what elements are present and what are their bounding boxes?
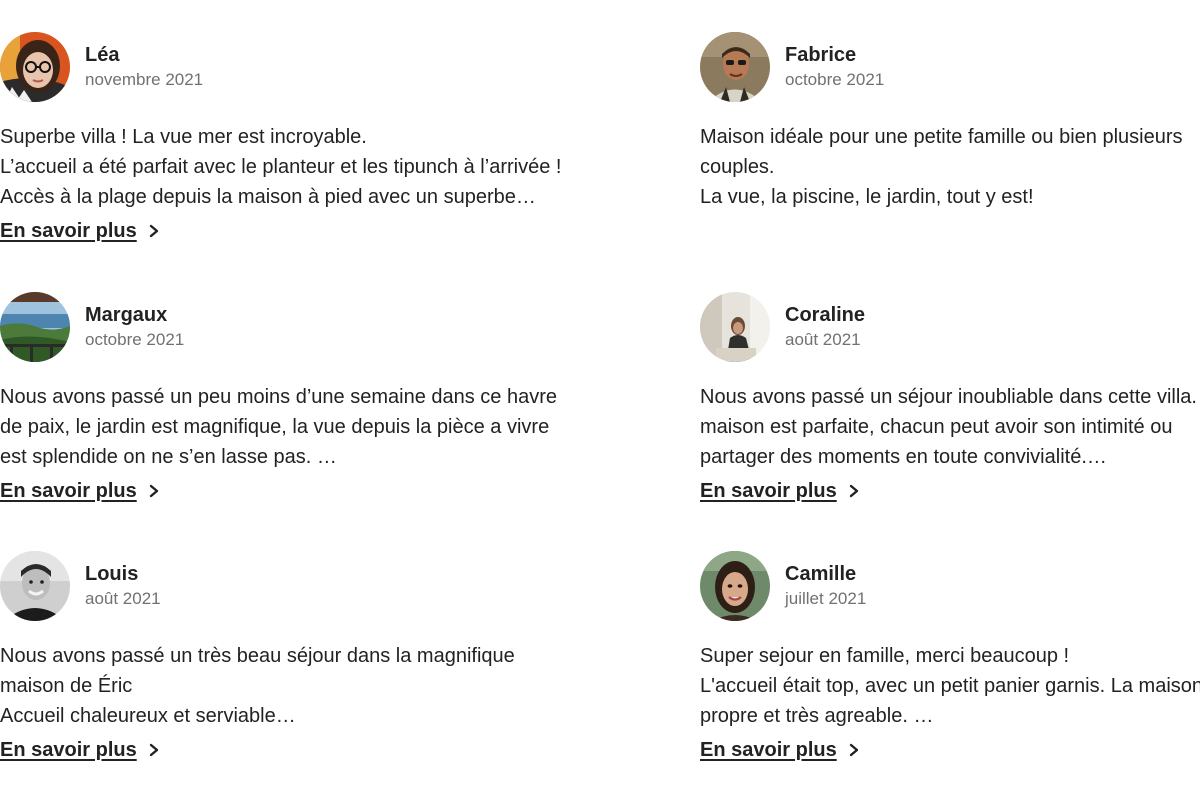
review-text-line: Accueil chaleureux et serviable…	[0, 705, 296, 727]
read-more-label: En savoir plus	[0, 480, 137, 502]
review-date: août 2021	[785, 330, 861, 349]
read-more-label: En savoir plus	[700, 739, 837, 761]
review-header: Léa novembre 2021	[0, 32, 560, 102]
review-text-line: maison de Éric	[0, 675, 133, 697]
avatar[interactable]	[700, 551, 770, 621]
read-more-label: En savoir plus	[700, 480, 837, 502]
read-more-link[interactable]: En savoir plus	[700, 476, 861, 506]
reviews-grid: Léa novembre 2021 Superbe villa ! La vue…	[0, 0, 1200, 800]
review-author: Fabrice octobre 2021	[785, 42, 884, 92]
review-card: Margaux octobre 2021 Nous avons passé un…	[0, 292, 560, 532]
author-name: Camille	[785, 563, 857, 585]
review-header: Coraline août 2021	[700, 292, 1200, 362]
review-text: Nous avons passé un très beau séjour dan…	[0, 641, 560, 731]
review-author: Léa novembre 2021	[85, 42, 203, 92]
chevron-right-icon	[847, 484, 861, 498]
avatar-photo-icon	[700, 292, 770, 362]
review-text-line: Accès à la plage depuis la maison à pied…	[0, 186, 536, 208]
review-author: Louis août 2021	[85, 561, 161, 611]
author-name: Fabrice	[785, 44, 857, 66]
review-text-line: maison est parfaite, chacun peut avoir s…	[700, 416, 1173, 438]
read-more-link[interactable]: En savoir plus	[0, 735, 161, 765]
read-more-link[interactable]: En savoir plus	[0, 476, 161, 506]
review-text: Nous avons passé un peu moins d’une sema…	[0, 382, 560, 472]
avatar-photo-icon	[0, 32, 70, 102]
avatar[interactable]	[700, 292, 770, 362]
review-text-line: est splendide on ne s’en lasse pas. …	[0, 446, 337, 468]
review-header: Camille juillet 2021	[700, 551, 1200, 621]
author-name: Léa	[85, 44, 120, 66]
review-text-line: couples.	[700, 156, 775, 178]
review-author: Camille juillet 2021	[785, 561, 866, 611]
review-text-line: L’accueil a été parfait avec le planteur…	[0, 156, 560, 178]
review-text-line: propre et très agreable. …	[700, 705, 934, 727]
review-text-line: Maison idéale pour une petite famille ou…	[700, 126, 1183, 148]
avatar-photo-icon	[0, 292, 70, 362]
review-date: octobre 2021	[785, 70, 885, 89]
review-text-line: Super sejour en famille, merci beaucoup …	[700, 645, 1070, 667]
review-author: Margaux octobre 2021	[85, 302, 184, 352]
review-header: Margaux octobre 2021	[0, 292, 560, 362]
review-date: novembre 2021	[85, 70, 204, 89]
review-text: Superbe villa ! La vue mer est incroyabl…	[0, 122, 560, 212]
author-name: Louis	[85, 563, 139, 585]
avatar[interactable]	[0, 292, 70, 362]
review-date: juillet 2021	[785, 589, 867, 608]
read-more-label: En savoir plus	[0, 220, 137, 242]
review-header: Louis août 2021	[0, 551, 560, 621]
read-more-link[interactable]: En savoir plus	[700, 735, 861, 765]
chevron-right-icon	[847, 743, 861, 757]
author-name: Coraline	[785, 304, 866, 326]
read-more-label: En savoir plus	[0, 739, 137, 761]
avatar[interactable]	[0, 32, 70, 102]
review-text-line: La vue, la piscine, le jardin, tout y es…	[700, 186, 1034, 208]
review-date: août 2021	[85, 589, 161, 608]
review-text: Nous avons passé un séjour inoubliable d…	[700, 382, 1200, 472]
review-card: Coraline août 2021 Nous avons passé un s…	[700, 292, 1200, 532]
review-date: octobre 2021	[85, 330, 185, 349]
review-text-line: Nous avons passé un séjour inoubliable d…	[700, 386, 1200, 408]
review-text: Maison idéale pour une petite famille ou…	[700, 122, 1200, 212]
review-author: Coraline août 2021	[785, 302, 865, 352]
review-card: Fabrice octobre 2021 Maison idéale pour …	[700, 32, 1200, 272]
read-more-link[interactable]: En savoir plus	[0, 216, 161, 246]
review-text-line: Nous avons passé un peu moins d’une sema…	[0, 386, 558, 408]
avatar[interactable]	[0, 551, 70, 621]
review-text-line: partager des moments en toute conviviali…	[700, 446, 1107, 468]
avatar-photo-icon	[700, 551, 770, 621]
avatar-photo-icon	[700, 32, 770, 102]
review-card: Camille juillet 2021 Super sejour en fam…	[700, 551, 1200, 791]
avatar-photo-icon	[0, 551, 70, 621]
chevron-right-icon	[147, 224, 161, 238]
review-text-line: L'accueil était top, avec un petit panie…	[700, 675, 1200, 697]
review-text-line: Superbe villa ! La vue mer est incroyabl…	[0, 126, 367, 148]
review-card: Léa novembre 2021 Superbe villa ! La vue…	[0, 32, 560, 272]
chevron-right-icon	[147, 743, 161, 757]
review-text: Super sejour en famille, merci beaucoup …	[700, 641, 1200, 731]
chevron-right-icon	[147, 484, 161, 498]
review-header: Fabrice octobre 2021	[700, 32, 1200, 102]
review-text-line: de paix, le jardin est magnifique, la vu…	[0, 416, 550, 438]
author-name: Margaux	[85, 304, 168, 326]
avatar[interactable]	[700, 32, 770, 102]
review-card: Louis août 2021 Nous avons passé un très…	[0, 551, 560, 791]
review-text-line: Nous avons passé un très beau séjour dan…	[0, 645, 515, 667]
